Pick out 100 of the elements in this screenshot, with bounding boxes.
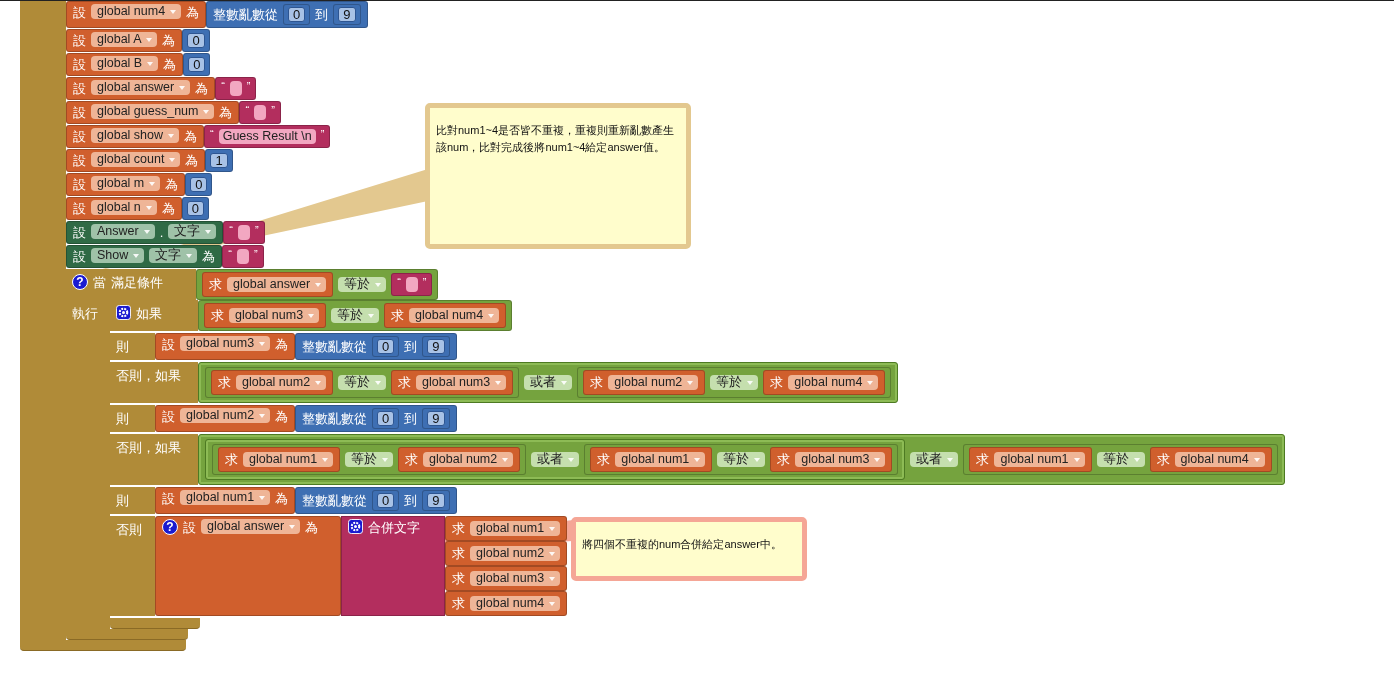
block-label: 到 [315,6,329,23]
dropdown-field[interactable]: global n [91,200,157,215]
dropdown-field[interactable]: 等於 [345,452,394,467]
dropdown-field[interactable]: global count [91,152,181,167]
dropdown-field[interactable]: 文字 [168,224,217,239]
dropdown-field[interactable]: 等於 [1096,452,1145,467]
dropdown-field[interactable]: global num1 [470,521,561,536]
block-label: 為 [275,336,289,353]
dropdown-field[interactable]: global num1 [994,452,1085,467]
dropdown-field[interactable]: global guess_num [91,104,215,119]
caret-icon [259,495,266,500]
dropdown-field[interactable]: global num3 [795,452,886,467]
block-label: 則 [116,492,129,509]
quote-mark: ” [271,105,275,116]
number-field[interactable]: 0 [186,201,205,216]
comment-box[interactable]: 將四個不重複的num合併給定answer中。 [571,517,807,581]
caret-icon [170,9,177,14]
dropdown-field[interactable]: global num2 [236,375,327,390]
dropdown-field[interactable]: 或者 [531,452,580,467]
text-field[interactable] [236,249,249,264]
dropdown-field[interactable]: 等於 [710,375,759,390]
block-label: 求 [597,451,611,468]
dropdown-field[interactable]: global num4 [91,4,182,19]
help-icon[interactable]: ? [72,274,88,290]
block-label: 為 [185,152,199,169]
dropdown-field[interactable]: global num1 [180,490,271,505]
caret-icon [203,109,210,114]
dropdown-field[interactable]: global num2 [180,408,271,423]
dropdown-field[interactable]: global num3 [229,308,320,323]
dropdown-field[interactable]: 或者 [524,375,573,390]
number-field[interactable]: 1 [210,153,228,168]
dropdown-field[interactable]: global num2 [423,452,514,467]
block-label: 求 [590,374,604,391]
dropdown-field[interactable]: global answer [201,519,301,534]
number-field[interactable]: 0 [190,177,208,192]
block-label: 整數亂數從 [302,410,368,427]
block-label: 求 [211,307,224,324]
text-field[interactable] [229,81,242,96]
gear-icon[interactable] [348,519,363,534]
gear-icon[interactable] [116,305,131,320]
dropdown-field[interactable]: global num4 [1174,452,1265,467]
dropdown-field[interactable]: global num3 [470,571,561,586]
caret-icon [147,61,154,66]
dropdown-field[interactable]: global num2 [470,546,561,561]
dropdown-field[interactable]: 文字 [149,248,198,263]
dropdown-field[interactable]: Answer [91,224,155,239]
comment-box[interactable]: 比對num1~4是否皆不重複，重複則重新亂數產生該num，比對完成後將num1~4給定answer值。 [425,103,691,249]
dropdown-field[interactable]: global num2 [608,375,699,390]
block-label: 當 [93,274,106,291]
dropdown-field[interactable]: 等於 [331,308,380,323]
number-field[interactable]: 0 [188,57,206,72]
block-label: 設 [73,224,86,241]
dropdown-field[interactable]: 或者 [910,452,959,467]
number-field[interactable]: 0 [288,7,306,22]
dropdown-field[interactable]: global num1 [243,452,334,467]
number-field[interactable]: 0 [377,493,395,508]
block-label: 求 [976,451,990,468]
dropdown-field[interactable]: global num3 [180,336,271,351]
block-label: 求 [452,520,465,537]
dropdown-field[interactable]: global num4 [470,596,561,611]
number-field[interactable]: 9 [427,339,445,354]
dropdown-field[interactable]: global answer [91,80,191,95]
dropdown-field[interactable]: global answer [227,277,327,292]
number-field[interactable]: 0 [377,339,395,354]
quote-mark: ” [320,129,325,140]
block-label: 否則，如果 [116,367,181,384]
block-label: 求 [405,451,419,468]
dropdown-field[interactable]: global B [91,56,159,71]
text-field[interactable]: Guess Result \n [218,129,316,144]
caret-icon [1073,457,1080,462]
caret-icon [947,457,954,462]
number-field[interactable]: 0 [377,411,395,426]
dropdown-field[interactable]: 等於 [717,452,766,467]
dropdown-field[interactable]: global num1 [615,452,706,467]
number-field[interactable]: 9 [338,7,356,22]
block-label: . [159,224,164,241]
dropdown-field[interactable]: 等於 [338,277,387,292]
text-field[interactable] [238,225,250,240]
dropdown-field[interactable]: 等於 [338,375,387,390]
dropdown-field[interactable]: global A [91,32,158,47]
block-label: 到 [404,410,418,427]
caret-icon [146,37,153,42]
text-field[interactable] [254,105,267,120]
caret-icon [568,457,575,462]
text-field[interactable] [405,277,418,292]
block-label: 如果 [136,305,162,322]
dropdown-field[interactable]: global show [91,128,179,143]
dropdown-field[interactable]: global num4 [788,375,879,390]
number-field[interactable]: 9 [427,493,445,508]
caret-icon [549,576,556,581]
block-label: 為 [195,80,209,97]
dropdown-field[interactable]: global num4 [409,308,500,323]
dropdown-field[interactable]: Show [91,248,145,263]
number-field[interactable]: 9 [427,411,445,426]
caret-icon [289,524,296,529]
dropdown-field[interactable]: global num3 [416,375,507,390]
help-icon[interactable]: ? [162,519,178,535]
quote-mark: ” [253,249,258,260]
number-field[interactable]: 0 [187,33,205,48]
dropdown-field[interactable]: global m [91,176,161,191]
